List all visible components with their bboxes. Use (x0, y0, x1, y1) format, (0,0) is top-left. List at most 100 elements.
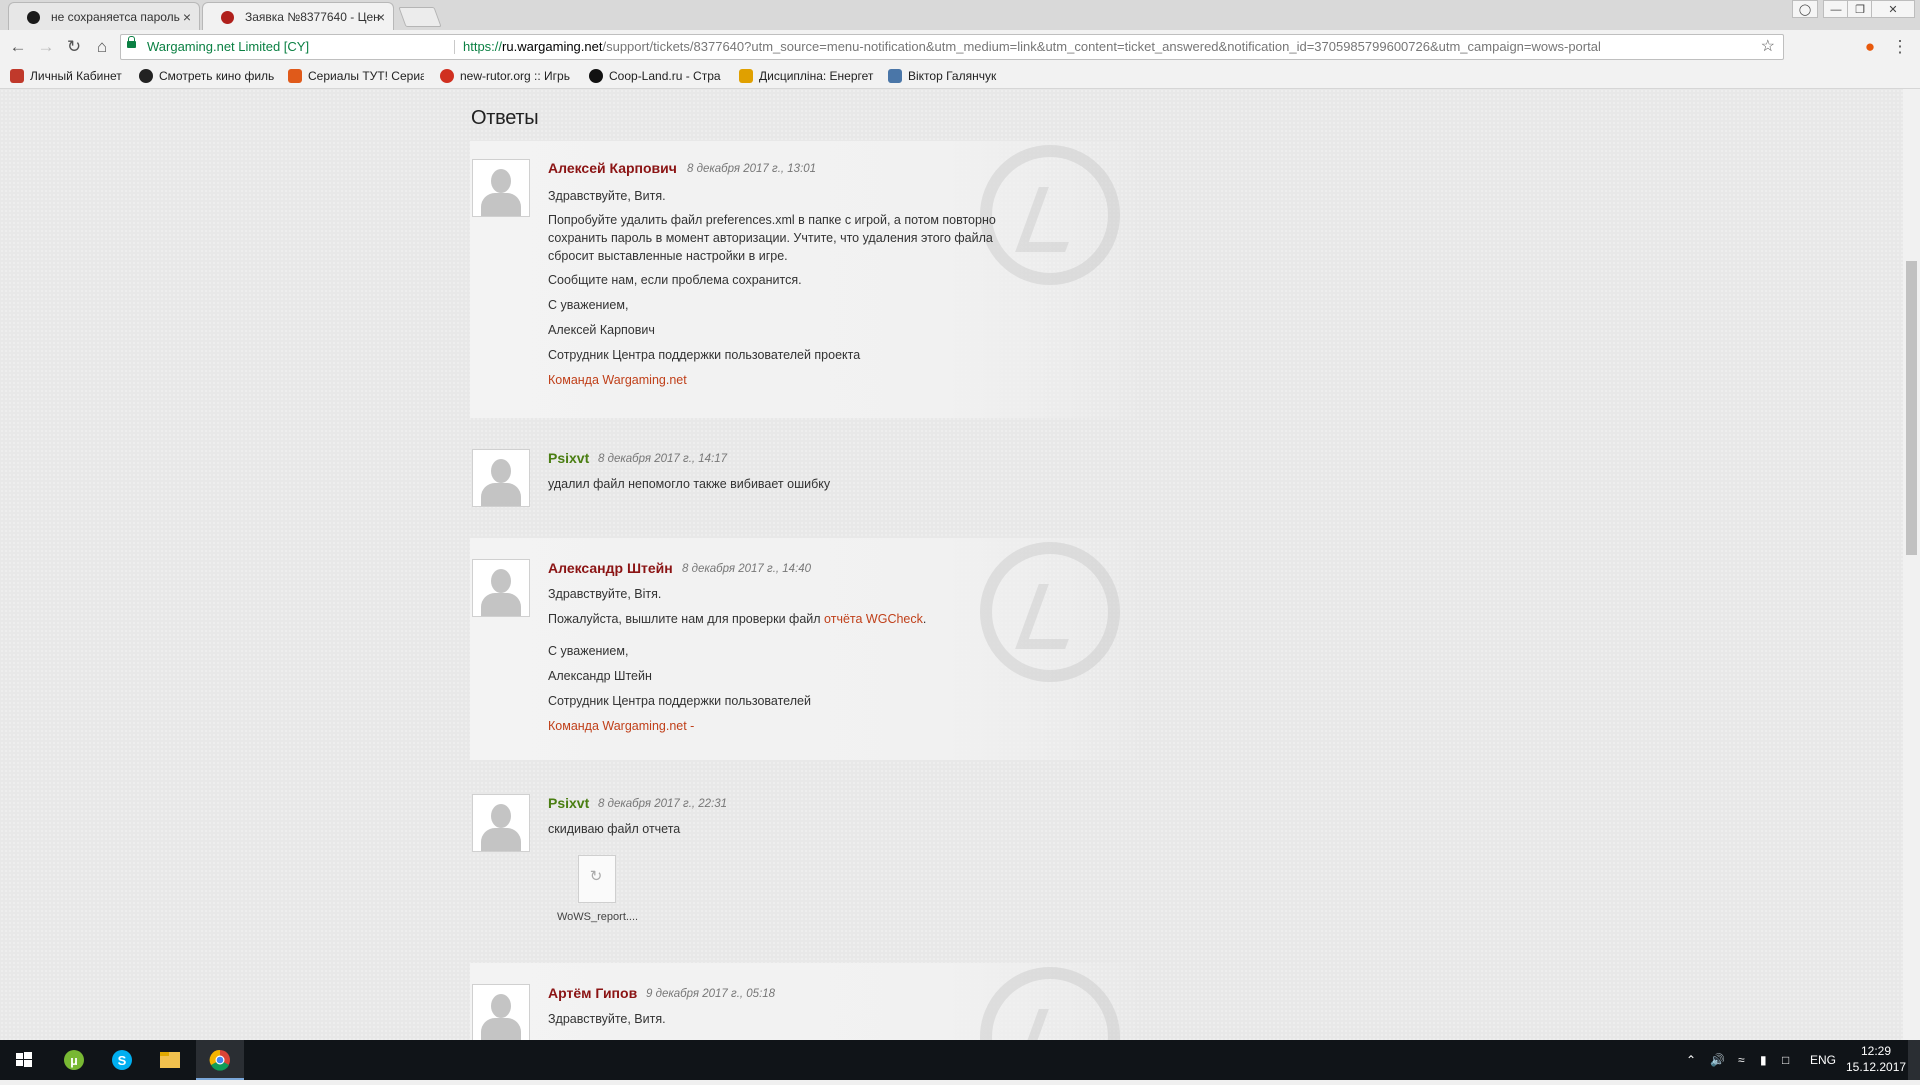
bookmark-label: Coop-Land.ru - Стра (609, 69, 721, 83)
reply-author[interactable]: Алексей Карпович (548, 160, 677, 176)
secure-origin-label: Wargaming.net Limited [CY] (147, 39, 310, 54)
bookmark-label: Сериалы ТУТ! Сериа (308, 69, 424, 83)
reply-text: удалил файл непомогло также вибивает оши… (548, 477, 831, 491)
page-viewport: Ответы Алексей Карпович 8 декабря 2017 г… (0, 89, 1903, 1040)
address-divider (454, 40, 455, 54)
back-arrow-icon[interactable]: ← (6, 35, 30, 59)
chrome-icon[interactable] (196, 1040, 244, 1080)
reply-author[interactable]: Александр Штейн (548, 560, 673, 576)
user-icon[interactable]: ◯ (1792, 0, 1818, 18)
bookmark-item[interactable]: new-rutor.org :: Игрь (440, 64, 576, 88)
clock-time: 12:29 (1860, 1044, 1892, 1058)
url-protocol: https:// (463, 39, 503, 54)
reply-date: 9 декабря 2017 г., 05:18 (646, 988, 776, 1000)
wifi-icon[interactable]: ≈ (1738, 1040, 1745, 1080)
wgcheck-report-link[interactable]: отчёта WGCheck (824, 612, 923, 626)
signature-line: Команда Wargaming.net - (548, 717, 1028, 735)
reply-text: скидиваю файл отчета (548, 822, 681, 836)
wargaming-favicon-icon (221, 11, 234, 24)
file-explorer-icon[interactable] (146, 1040, 194, 1080)
url-host: ru.wargaming.net (502, 39, 603, 54)
restore-icon[interactable]: ❐ (1847, 0, 1873, 18)
volume-icon[interactable]: 🔊 (1710, 1040, 1725, 1080)
reply-item: Алексей Карпович 8 декабря 2017 г., 13:0… (470, 141, 1150, 418)
close-icon[interactable]: ✕ (1871, 0, 1915, 18)
windows-taskbar: µ S ⌃ 🔊 ≈ ▮ □ ENG 12:29 15.12.2017 (0, 1040, 1920, 1080)
browser-tab[interactable]: не сохраняетса пароль × (8, 2, 200, 30)
reply-text: Здравствуйте, Витя. (548, 189, 666, 203)
reply-date: 8 декабря 2017 г., 13:01 (687, 163, 817, 175)
extension-fire-icon[interactable]: ● (1858, 35, 1882, 59)
avatar (472, 984, 530, 1040)
windows-start-icon[interactable] (0, 1040, 48, 1080)
menu-dots-icon[interactable]: ⋮ (1888, 35, 1912, 59)
browser-tab-strip: не сохраняетса пароль × Заявка №8377640 … (0, 0, 1920, 30)
reply-item: Psixvt 8 декабря 2017 г., 22:31 скидиваю… (470, 773, 1150, 948)
bookmark-item[interactable]: Личный Кабинет (10, 64, 132, 88)
reply-author[interactable]: Psixvt (548, 795, 589, 811)
wargaming-team-link[interactable]: Команда Wargaming.net (548, 371, 1028, 389)
forward-arrow-icon[interactable]: → (34, 35, 58, 59)
answers-heading: Ответы (471, 107, 539, 129)
bookmark-item[interactable]: Віктор Галянчук (888, 64, 1018, 88)
reply-text: сбросит выставленные настройки в игре. (548, 249, 788, 263)
wargaming-favicon-icon (27, 11, 40, 24)
reply-item: Александр Штейн 8 декабря 2017 г., 14:40… (470, 538, 1150, 760)
reply-text: Здравствуйте, Вітя. (548, 587, 662, 601)
page-scrollbar[interactable] (1903, 89, 1920, 1040)
reply-date: 8 декабря 2017 г., 14:40 (682, 563, 812, 575)
battery-icon[interactable]: ▮ (1760, 1040, 1767, 1080)
system-clock[interactable]: 12:29 15.12.2017 (1846, 1043, 1906, 1075)
reply-date: 8 декабря 2017 г., 22:31 (598, 798, 728, 810)
bookmark-icon (10, 69, 24, 83)
signature-suffix: - (686, 719, 695, 733)
tab-close-icon[interactable]: × (377, 3, 385, 30)
bookmark-label: Віктор Галянчук (908, 69, 997, 83)
bookmark-icon (739, 69, 753, 83)
bookmark-label: Смотреть кино филь (159, 69, 275, 83)
language-indicator[interactable]: ENG (1810, 1040, 1836, 1080)
lock-icon (127, 36, 136, 48)
attachment-filename[interactable]: WoWS_report.... (557, 911, 638, 923)
address-bar[interactable]: Wargaming.net Limited [CY] https://ru.wa… (120, 34, 1784, 60)
scrollbar-thumb[interactable] (1906, 261, 1917, 555)
reply-text: Здравствуйте, Витя. (548, 1012, 666, 1026)
url-text[interactable]: https://ru.wargaming.net/support/tickets… (463, 35, 1601, 59)
bookmark-item[interactable]: Дисципліна: Енергет (739, 64, 875, 88)
reply-date: 8 декабря 2017 г., 14:17 (598, 453, 728, 465)
reply-text: С уважением, (548, 644, 629, 658)
bookmark-label: Личный Кабинет (30, 69, 122, 83)
wargaming-team-link[interactable]: Команда Wargaming.net (548, 719, 687, 733)
reply-author[interactable]: Артём Гипов (548, 985, 637, 1001)
browser-tab-active[interactable]: Заявка №8377640 - Цен × (202, 2, 394, 30)
avatar (472, 449, 530, 507)
show-desktop-button[interactable] (1908, 1040, 1920, 1080)
reload-icon[interactable]: ↻ (62, 35, 86, 59)
reply-text: Попробуйте удалить файл preferences.xml … (548, 213, 996, 227)
home-icon[interactable]: ⌂ (90, 35, 114, 59)
avatar (472, 159, 530, 217)
reply-text: Сотрудник Центра поддержки пользователей… (548, 348, 861, 362)
new-tab-button[interactable] (398, 7, 442, 27)
reply-text-punctuation: . (922, 612, 927, 626)
bookmark-item[interactable]: Смотреть кино филь (139, 64, 275, 88)
bookmark-star-icon[interactable]: ☆ (1761, 35, 1775, 59)
action-center-icon[interactable]: □ (1782, 1040, 1789, 1080)
attachment-file-icon[interactable]: ↻ (578, 855, 616, 903)
refresh-icon: ↻ (589, 868, 603, 885)
minimize-icon[interactable]: — (1823, 0, 1849, 18)
bookmark-item[interactable]: Coop-Land.ru - Стра (589, 64, 725, 88)
url-path: /support/tickets/8377640?utm_source=menu… (602, 39, 1601, 54)
tab-close-icon[interactable]: × (183, 3, 191, 30)
utorrent-icon[interactable]: µ (50, 1040, 98, 1080)
reply-text: Сообщите нам, если проблема сохранится. (548, 273, 802, 287)
bookmark-icon (589, 69, 603, 83)
bookmark-label: new-rutor.org :: Игрь (460, 69, 570, 83)
reply-item: Артём Гипов 9 декабря 2017 г., 05:18 Здр… (470, 963, 1150, 1040)
bookmark-item[interactable]: Сериалы ТУТ! Сериа (288, 64, 424, 88)
reply-text-with-link: Пожалуйста, вышлите нам для проверки фай… (548, 610, 1028, 628)
reply-text: сохранить пароль в момент авторизации. У… (548, 231, 993, 245)
skype-icon[interactable]: S (98, 1040, 146, 1080)
reply-author[interactable]: Psixvt (548, 450, 589, 466)
show-hidden-icons-chevron-icon[interactable]: ⌃ (1686, 1040, 1696, 1080)
